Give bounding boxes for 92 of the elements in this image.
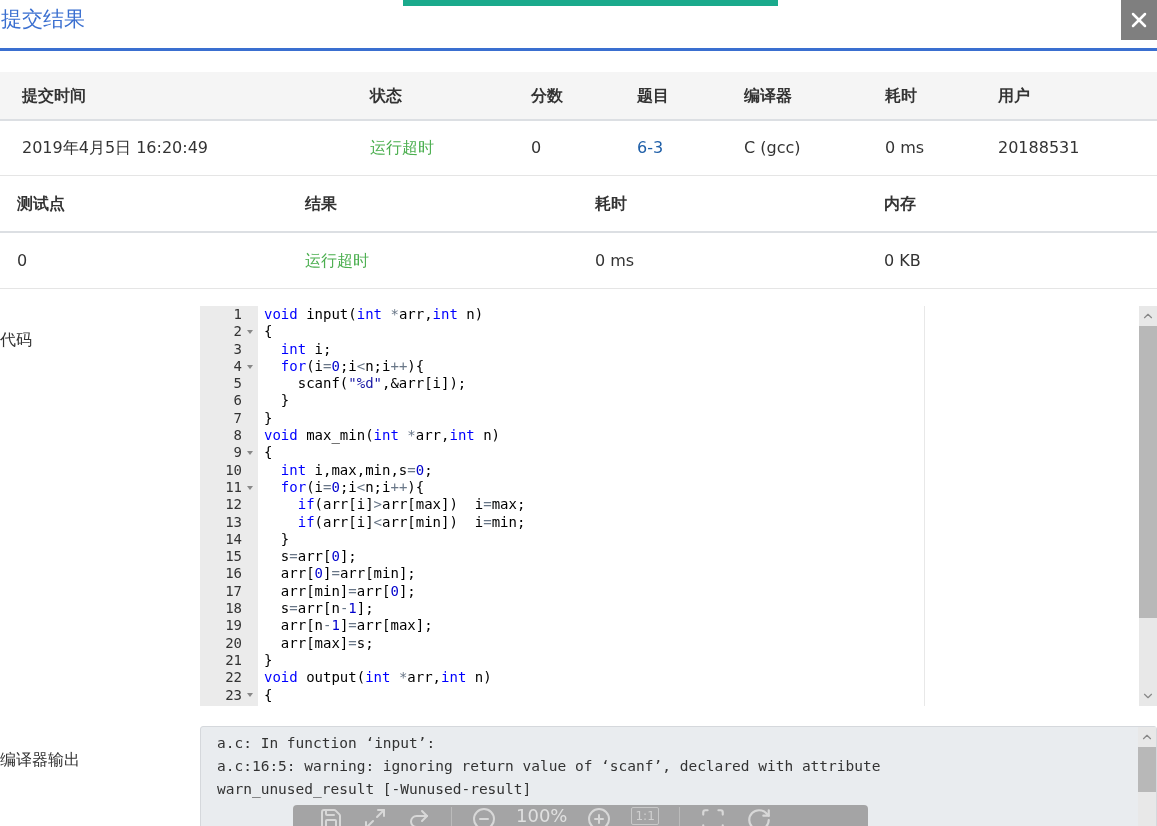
fold-arrow-icon[interactable] <box>247 451 253 455</box>
line-number: 21 <box>224 651 242 670</box>
code-line: if(arr[i]>arr[max]) i=max; <box>296 496 526 514</box>
column-header: 耗时 <box>885 84 918 107</box>
section-label: 编译器输出 <box>0 749 81 771</box>
code-line: arr[min]=arr[0]; <box>279 582 416 601</box>
code-line: arr[0]=arr[min]; <box>279 565 416 583</box>
code-line: scanf("%d",&arr[i]); <box>296 375 467 393</box>
code-line: void max_min(int *arr,int n) <box>263 427 501 445</box>
line-number: 19 <box>224 617 242 635</box>
share-icon[interactable] <box>407 807 431 826</box>
status-text: 运行超时 <box>305 249 370 272</box>
line-number: 11 <box>224 478 242 497</box>
line-number: 7 <box>232 409 242 428</box>
code-line: int i,max,min,s=0; <box>279 461 433 479</box>
scrollbar[interactable] <box>1139 306 1157 706</box>
column-header: 耗时 <box>595 192 628 215</box>
output-line: warn_unused_result [-Wunused-result] <box>217 780 532 800</box>
code-line: for(i=0;i<n;i++){ <box>279 478 425 497</box>
fit-screen-icon[interactable] <box>699 807 726 826</box>
table-cell-text: 20188531 <box>998 137 1081 159</box>
section-label: 代码 <box>0 329 33 351</box>
output-line: a.c:16:5: warning: ignoring return value of ‘scanf’, declared with attribute <box>217 757 881 776</box>
line-number: 14 <box>224 530 242 549</box>
code-line: if(arr[i]<arr[min]) i=min; <box>296 513 526 531</box>
line-number: 1 <box>232 306 242 324</box>
table-cell-text: 0 ms <box>885 137 926 159</box>
column-header: 内存 <box>884 192 917 215</box>
column-header: 提交时间 <box>22 84 87 107</box>
table-cell-text: 0 ms <box>595 249 636 272</box>
zoom-out-icon[interactable] <box>472 807 496 826</box>
line-number: 18 <box>224 600 242 618</box>
code-line: } <box>263 651 273 670</box>
line-number: 12 <box>224 496 242 514</box>
code-line: { <box>263 686 273 704</box>
code-line: } <box>263 409 273 428</box>
save-icon[interactable] <box>319 807 343 826</box>
scrollbar[interactable] <box>1138 727 1156 826</box>
line-number: 20 <box>224 634 242 652</box>
scrollbar-thumb[interactable] <box>1138 747 1156 792</box>
zoom-in-icon[interactable] <box>587 807 612 826</box>
column-header: 分数 <box>531 84 564 107</box>
column-header: 结果 <box>305 192 338 215</box>
column-header: 用户 <box>998 84 1031 107</box>
close-button[interactable] <box>1121 0 1157 40</box>
line-number: 3 <box>232 340 242 358</box>
expand-icon[interactable] <box>363 807 387 826</box>
code-line: } <box>279 530 290 549</box>
status-text: 运行超时 <box>370 137 435 159</box>
problem-link[interactable]: 6-3 <box>637 136 744 160</box>
line-number: 13 <box>224 513 242 531</box>
line-number: 15 <box>224 548 242 566</box>
fold-arrow-icon[interactable] <box>247 364 253 369</box>
code-line: void input(int *arr,int n) <box>263 306 484 324</box>
code-line: arr[n-1]=arr[max]; <box>279 617 433 635</box>
column-header: 测试点 <box>17 192 66 215</box>
output-line: a.c: In function ‘input’: <box>217 734 436 753</box>
line-number: 10 <box>224 461 242 479</box>
fold-arrow-icon[interactable] <box>247 693 253 698</box>
line-number: 23 <box>224 686 242 704</box>
line-number: 8 <box>232 427 242 445</box>
code-line: for(i=0;i<n;i++){ <box>279 357 425 376</box>
code-line: void output(int *arr,int n) <box>263 669 492 687</box>
code-line: { <box>263 444 273 462</box>
zoom-level: 100% <box>516 807 568 825</box>
column-header: 编译器 <box>744 84 793 107</box>
code-line: arr[max]=s; <box>279 634 374 652</box>
line-number: 6 <box>232 392 242 410</box>
code-line: int i; <box>279 340 332 358</box>
table-cell-text: 0 <box>17 249 29 272</box>
table-cell-text: 2019年4月5日 16:20:49 <box>22 137 210 159</box>
line-number: 16 <box>224 565 242 583</box>
rotate-icon[interactable] <box>745 807 772 826</box>
code-line: s=arr[n-1]; <box>279 600 374 618</box>
table-cell-text: 0 KB <box>884 249 922 272</box>
code-line: { <box>263 323 273 341</box>
line-number: 2 <box>232 323 242 341</box>
code-line: s=arr[0]; <box>279 548 357 566</box>
line-number: 9 <box>232 444 242 462</box>
column-header: 题目 <box>637 84 670 107</box>
line-number: 22 <box>224 669 242 687</box>
scrollbar-thumb[interactable] <box>1139 326 1157 618</box>
line-number: 17 <box>224 582 242 601</box>
table-cell-text: C (gcc) <box>744 137 802 159</box>
column-header: 状态 <box>370 84 403 107</box>
line-number: 5 <box>232 375 242 393</box>
fold-arrow-icon[interactable] <box>247 485 253 490</box>
fold-arrow-icon[interactable] <box>247 329 253 334</box>
code-line: } <box>279 392 290 410</box>
table-cell-text: 0 <box>531 137 543 159</box>
line-number: 4 <box>232 357 242 376</box>
dialog-title: 提交结果 <box>1 6 85 33</box>
